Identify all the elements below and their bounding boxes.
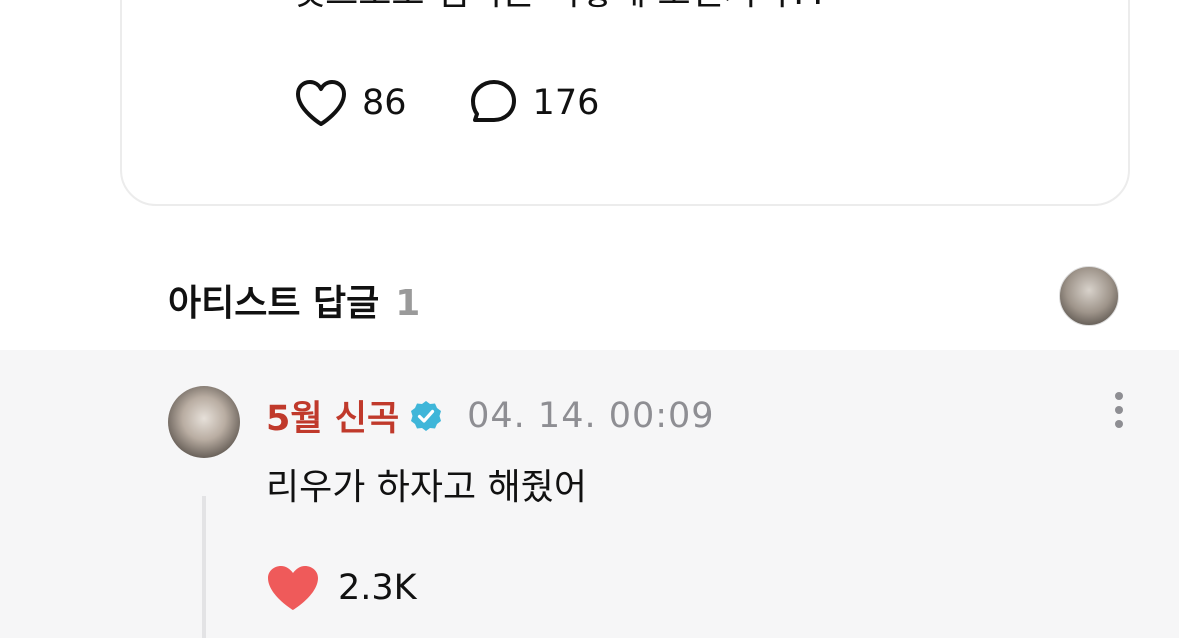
comment-button[interactable]: 176 — [469, 78, 600, 128]
reply-text: 리우가 하자고 해줬어 — [266, 467, 587, 508]
like-button[interactable]: 86 — [294, 79, 407, 127]
reply-meta: 5월 신곡 04. 14. 00:09 — [266, 390, 715, 441]
reply-like-count: 2.3K — [338, 568, 417, 608]
artist-avatar-small[interactable] — [1059, 266, 1119, 326]
verified-badge-icon — [411, 400, 442, 431]
post-actions: 86 176 — [294, 78, 661, 128]
artist-reply: 5월 신곡 04. 14. 00:09 리우가 하자고 해줬어 2.3K — [0, 350, 1179, 638]
section-title: 아티스트 답글 — [168, 283, 380, 324]
post-card: 댓츠노노 멤버는 어떻게 모인거야?? 86 176 — [120, 0, 1130, 206]
comment-thread-screen: 댓츠노노 멤버는 어떻게 모인거야?? 86 176 아티스트 답글 1 5월 … — [0, 0, 1179, 638]
reply-author-name[interactable]: 5월 신곡 — [266, 390, 399, 441]
post-text: 댓츠노노 멤버는 어떻게 모인거야?? — [292, 0, 828, 16]
comment-count: 176 — [532, 83, 600, 123]
heart-filled-icon — [268, 566, 318, 610]
more-options-button[interactable] — [1108, 392, 1130, 436]
more-vertical-icon — [1115, 392, 1123, 400]
thread-line — [202, 496, 206, 638]
speech-bubble-icon — [470, 80, 516, 122]
reply-timestamp: 04. 14. 00:09 — [467, 395, 715, 436]
artist-reply-header: 아티스트 답글 1 — [168, 274, 420, 326]
section-count: 1 — [395, 283, 421, 324]
reply-author-avatar[interactable] — [168, 386, 240, 458]
reply-like-button[interactable]: 2.3K — [266, 564, 417, 612]
heart-outline-icon — [296, 80, 346, 126]
like-count: 86 — [362, 83, 407, 123]
